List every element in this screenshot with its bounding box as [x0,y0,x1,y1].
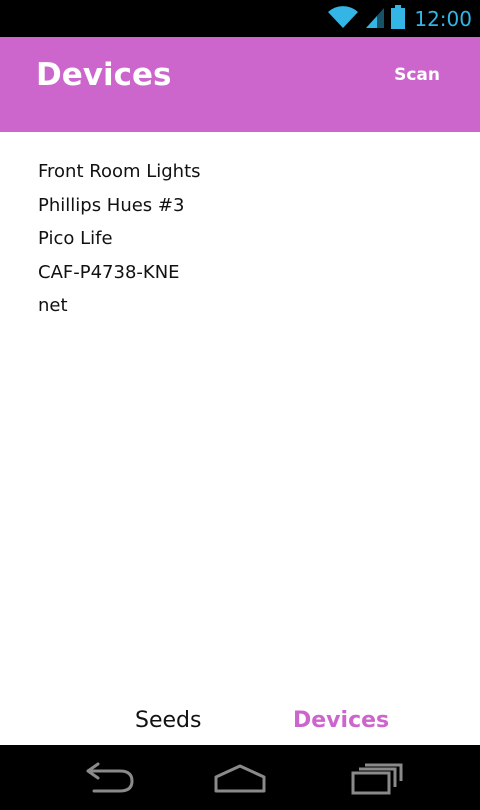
page-title: Devices [36,57,172,93]
status-bar: 12:00 [0,0,480,37]
device-item[interactable]: Phillips Hues #3 [38,189,201,223]
device-item[interactable]: Pico Life [38,222,201,256]
home-icon[interactable] [210,761,270,795]
nav-bar [0,745,480,810]
recent-apps-icon[interactable] [345,761,405,795]
back-icon[interactable] [80,761,140,795]
battery-icon [390,4,406,34]
bottom-tabs: Seeds Devices [0,700,480,745]
tab-devices[interactable]: Devices [293,708,389,733]
app-bar: Devices Scan [0,37,480,132]
wifi-icon [326,4,360,34]
device-item[interactable]: CAF-P4738-KNE [38,256,201,290]
device-list: Front Room Lights Phillips Hues #3 Pico … [38,155,201,323]
status-icons: 12:00 [326,4,472,34]
tab-seeds[interactable]: Seeds [135,708,201,733]
scan-button[interactable]: Scan [394,65,440,85]
signal-icon [364,4,386,34]
device-item[interactable]: net [38,289,201,323]
device-item[interactable]: Front Room Lights [38,155,201,189]
status-clock: 12:00 [414,7,472,31]
